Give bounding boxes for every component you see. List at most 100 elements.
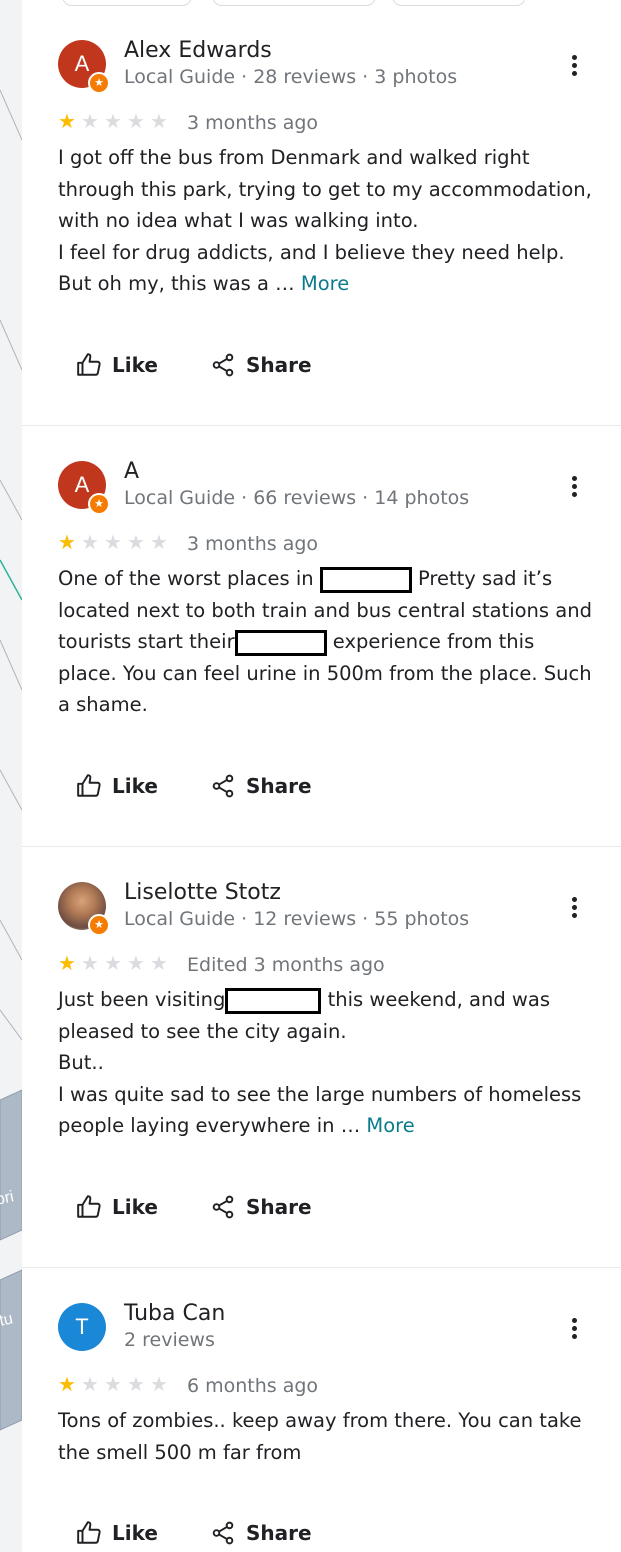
star-icon: ★	[150, 111, 168, 133]
like-label: Like	[112, 774, 158, 798]
review-text: One of the worst places in Pretty sad it…	[58, 563, 593, 721]
share-button[interactable]: Share	[210, 771, 312, 801]
filter-chip[interactable]	[62, 0, 192, 6]
review-line: tourists start their	[58, 630, 235, 653]
share-icon	[212, 774, 234, 798]
local-guide-badge-icon: ★	[88, 914, 110, 936]
share-label: Share	[246, 353, 312, 377]
star-icon: ★	[81, 111, 99, 133]
review-line: place. You can feel urine in 500m from t…	[58, 661, 592, 685]
share-icon	[212, 353, 234, 377]
redaction-box	[319, 566, 412, 593]
star-icon: ★	[58, 1374, 76, 1396]
more-options-icon[interactable]	[562, 892, 586, 922]
reviewer-name[interactable]: Tuba Can	[124, 1301, 225, 1326]
redaction-box	[225, 987, 322, 1014]
like-button[interactable]: Like	[76, 350, 158, 380]
avatar-letter: A	[74, 472, 90, 497]
star-icon: ★	[104, 953, 122, 975]
more-link[interactable]: More	[366, 1114, 414, 1137]
review-line: Pretty sad it’s	[418, 567, 553, 590]
review-date: Edited 3 months ago	[187, 954, 385, 976]
like-icon	[77, 1521, 101, 1544]
more-options-icon[interactable]	[562, 1313, 586, 1343]
review-date: 3 months ago	[187, 533, 319, 555]
more-options-icon[interactable]	[562, 471, 586, 501]
review-line: the smell 500 m far from	[58, 1440, 302, 1464]
star-icon: ★	[150, 953, 168, 975]
avatar-letter: A	[74, 51, 90, 76]
star-icon: ★	[81, 953, 99, 975]
review-line: One of the worst places in	[58, 567, 314, 590]
star-icon: ★	[58, 532, 76, 554]
review-line: I feel for drug addicts, and I believe t…	[58, 240, 565, 264]
share-button[interactable]: Share	[210, 350, 312, 380]
star-icon: ★	[127, 1374, 145, 1396]
review-card: A ★ A Local Guide · 66 reviews · 14 phot…	[22, 441, 621, 847]
review-line: located next to both train and bus centr…	[58, 598, 592, 622]
review-line: through this park, trying to get to my a…	[58, 177, 592, 201]
review-card: A ★ Alex Edwards Local Guide · 28 review…	[22, 20, 621, 426]
like-icon	[77, 1195, 101, 1218]
review-line: experience from this	[332, 630, 535, 653]
star-icon: ★	[104, 532, 122, 554]
review-line: Tons of zombies.. keep away from there. …	[58, 1409, 582, 1432]
star-rating: ★ ★ ★ ★ ★	[58, 112, 173, 132]
star-icon: ★	[58, 953, 76, 975]
avatar-letter: T	[75, 1314, 89, 1339]
review-line: Just been visiting	[58, 988, 226, 1011]
review-text: Tons of zombies.. keep away from there. …	[58, 1405, 593, 1468]
reviews-panel: A ★ Alex Edwards Local Guide · 28 review…	[22, 0, 621, 1552]
star-icon: ★	[104, 1374, 122, 1396]
like-label: Like	[112, 1195, 158, 1219]
review-text: I got off the bus from Denmark and walke…	[58, 142, 593, 300]
review-line: But..	[58, 1051, 104, 1074]
like-button[interactable]: Like	[76, 1192, 158, 1222]
redaction-box	[234, 629, 327, 656]
star-rating: ★ ★ ★ ★ ★	[58, 954, 173, 974]
reviewer-name[interactable]: Liselotte Stotz	[124, 880, 281, 905]
star-icon: ★	[81, 532, 99, 554]
star-icon: ★	[127, 532, 145, 554]
reviewer-name[interactable]: A	[124, 459, 139, 484]
review-line: I got off the bus from Denmark and walke…	[58, 146, 530, 169]
share-icon	[212, 1195, 234, 1219]
more-link[interactable]: More	[301, 272, 349, 295]
reviewer-meta[interactable]: Local Guide · 66 reviews · 14 photos	[124, 487, 469, 509]
review-card: ★ Liselotte Stotz Local Guide · 12 revie…	[22, 862, 621, 1268]
reviewer-meta[interactable]: Local Guide · 28 reviews · 3 photos	[124, 66, 457, 88]
avatar[interactable]: T	[58, 1303, 106, 1351]
review-line: people laying everywhere in …	[58, 1114, 361, 1137]
review-line: a shame.	[58, 693, 148, 716]
star-icon: ★	[104, 111, 122, 133]
review-line: I was quite sad to see the large numbers…	[58, 1082, 582, 1106]
more-options-icon[interactable]	[562, 50, 586, 80]
like-button[interactable]: Like	[76, 771, 158, 801]
review-date: 6 months ago	[187, 1375, 319, 1397]
share-label: Share	[246, 1521, 312, 1545]
share-button[interactable]: Share	[210, 1192, 312, 1222]
local-guide-badge-icon: ★	[88, 493, 110, 515]
share-label: Share	[246, 774, 312, 798]
share-button[interactable]: Share	[210, 1518, 312, 1548]
reviewer-meta[interactable]: 2 reviews	[124, 1329, 215, 1351]
star-icon: ★	[150, 532, 168, 554]
review-line: pleased to see the city again.	[58, 1019, 347, 1043]
star-icon: ★	[81, 1374, 99, 1396]
share-label: Share	[246, 1195, 312, 1219]
like-icon	[77, 774, 101, 797]
like-label: Like	[112, 1521, 158, 1545]
share-icon	[212, 1521, 234, 1545]
review-line: with no idea what I was walking into.	[58, 209, 419, 232]
filter-chip[interactable]	[212, 0, 376, 6]
like-button[interactable]: Like	[76, 1518, 158, 1548]
filter-chip[interactable]	[392, 0, 526, 6]
reviewer-name[interactable]: Alex Edwards	[124, 38, 272, 63]
star-rating: ★ ★ ★ ★ ★	[58, 533, 173, 553]
reviewer-meta[interactable]: Local Guide · 12 reviews · 55 photos	[124, 908, 469, 930]
star-icon: ★	[127, 953, 145, 975]
review-text: Just been visiting this weekend, and was…	[58, 984, 593, 1142]
review-date: 3 months ago	[187, 112, 319, 134]
map-edge[interactable]: ori ltu	[0, 0, 23, 1552]
star-rating: ★ ★ ★ ★ ★	[58, 1375, 173, 1395]
